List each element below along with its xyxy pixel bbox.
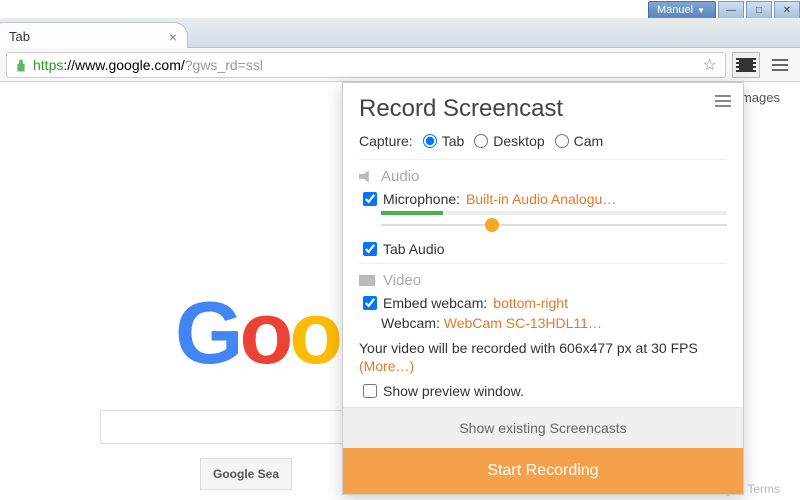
microphone-volume-slider[interactable] [381, 217, 727, 233]
screencast-extension-button[interactable] [732, 52, 760, 78]
recording-info: Your video will be recorded with 606x477… [359, 339, 727, 375]
browser-tab[interactable]: Tab × [0, 22, 188, 50]
speaker-icon [359, 171, 373, 183]
browser-menu-button[interactable] [766, 52, 794, 78]
tab-audio-label: Tab Audio [383, 241, 445, 257]
slider-thumb[interactable] [485, 218, 499, 232]
tab-audio-checkbox[interactable] [363, 242, 377, 256]
minimize-button[interactable]: — [718, 1, 744, 19]
capture-option-cam[interactable]: Cam [555, 133, 604, 149]
capture-option-tab[interactable]: Tab [423, 133, 465, 149]
bookmark-star-icon[interactable]: ☆ [703, 55, 717, 75]
lock-icon [15, 58, 27, 72]
toolbar: https://www.google.com/?gws_rd=ssl ☆ [0, 48, 800, 82]
popup-menu-button[interactable] [715, 95, 731, 107]
close-tab-icon[interactable]: × [169, 29, 177, 45]
camera-icon [359, 275, 375, 286]
capture-radio-cam[interactable] [555, 134, 569, 148]
embed-webcam-value[interactable]: bottom-right [493, 295, 568, 311]
google-search-button[interactable]: Google Sea [200, 458, 292, 490]
window-controls: Manuel ▼ — □ ✕ [648, 0, 800, 20]
chevron-down-icon: ▼ [697, 6, 705, 15]
user-name: Manuel [657, 4, 693, 16]
close-window-button[interactable]: ✕ [774, 1, 800, 19]
start-recording-button[interactable]: Start Recording [343, 448, 743, 494]
webcam-device-row: Webcam: WebCam SC-13HDL11… [381, 315, 727, 331]
show-existing-button[interactable]: Show existing Screencasts [343, 407, 743, 448]
screencast-popup: Record Screencast Capture: Tab Desktop C… [342, 82, 744, 495]
capture-radio-desktop[interactable] [474, 134, 488, 148]
preview-label: Show preview window. [383, 383, 524, 399]
microphone-label: Microphone: [383, 191, 460, 207]
webcam-value[interactable]: WebCam SC-13HDL11… [444, 315, 602, 331]
film-icon [739, 58, 753, 72]
tab-strip: Tab × [0, 18, 800, 48]
user-badge[interactable]: Manuel ▼ [648, 1, 716, 19]
webcam-label: Webcam: [381, 315, 440, 331]
microphone-checkbox[interactable] [363, 192, 377, 206]
microphone-value[interactable]: Built-in Audio Analogu… [466, 191, 616, 207]
address-bar[interactable]: https://www.google.com/?gws_rd=ssl ☆ [6, 52, 726, 78]
more-link[interactable]: (More…) [359, 358, 414, 374]
preview-row: Show preview window. [363, 383, 727, 399]
microphone-row: Microphone: Built-in Audio Analogu… [363, 191, 727, 207]
embed-webcam-row: Embed webcam: bottom-right [363, 295, 727, 311]
capture-label: Capture: [359, 133, 413, 149]
embed-webcam-label: Embed webcam: [383, 295, 487, 311]
audio-section-header: Audio [359, 159, 727, 185]
capture-option-desktop[interactable]: Desktop [474, 133, 544, 149]
tab-title: Tab [9, 29, 30, 44]
url-text: https://www.google.com/?gws_rd=ssl [33, 57, 263, 73]
audio-level-meter [381, 211, 727, 215]
tab-audio-row: Tab Audio [363, 241, 727, 257]
capture-mode-row: Capture: Tab Desktop Cam [359, 133, 727, 149]
capture-radio-tab[interactable] [423, 134, 437, 148]
maximize-button[interactable]: □ [746, 1, 772, 19]
video-section-header: Video [359, 263, 727, 289]
preview-checkbox[interactable] [363, 384, 377, 398]
popup-title: Record Screencast [359, 95, 727, 123]
embed-webcam-checkbox[interactable] [363, 296, 377, 310]
